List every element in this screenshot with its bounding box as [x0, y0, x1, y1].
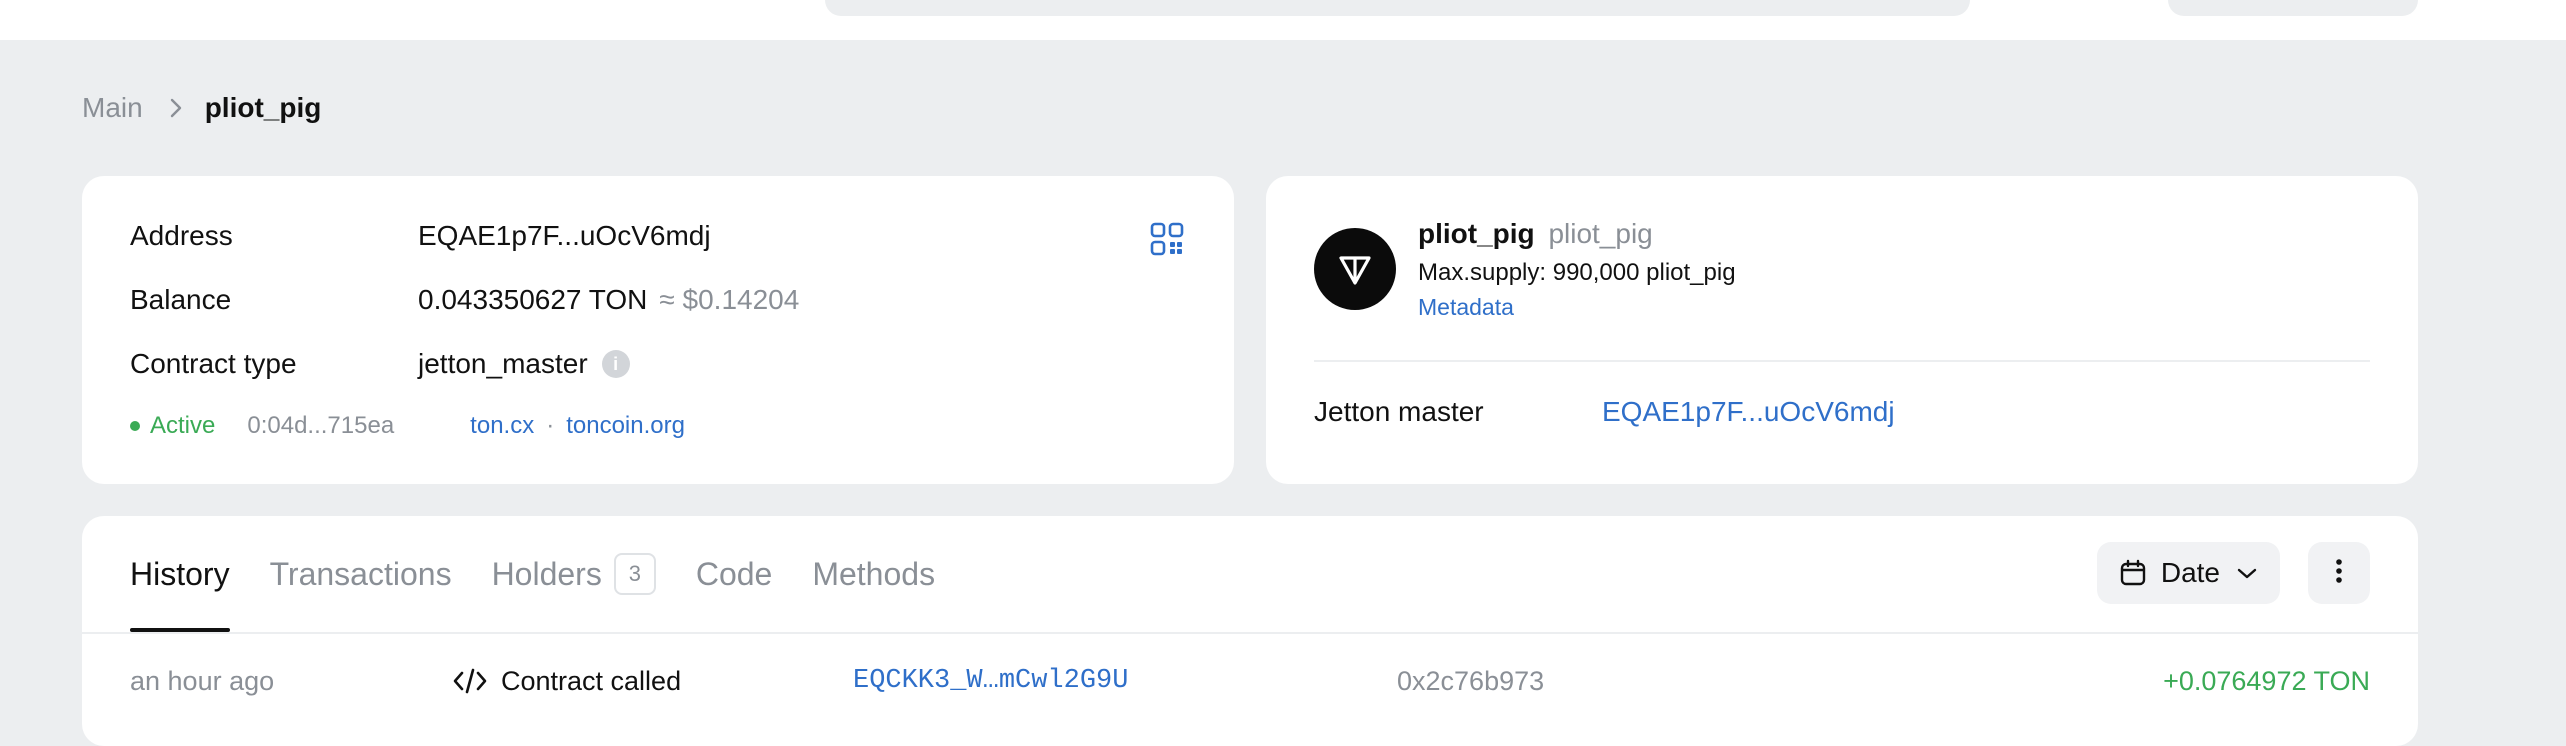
code-hash[interactable]: 0:04d...715ea — [247, 412, 394, 440]
jetton-info-card: pliot_pig pliot_pig Max.supply: 990,000 … — [1266, 176, 2418, 484]
link-ton-cx[interactable]: ton.cx — [470, 412, 534, 440]
balance-row: Balance 0.043350627 TON ≈ $0.14204 — [130, 284, 799, 316]
tab-holders[interactable]: Holders 3 — [492, 516, 656, 632]
contract-type-label: Contract type — [130, 348, 297, 379]
qr-code-icon[interactable] — [1150, 222, 1184, 256]
date-filter-label: Date — [2160, 557, 2220, 588]
tx-action: Contract called — [453, 666, 853, 697]
max-supply: Max.supply: 990,000 pliot_pig — [1418, 259, 1736, 286]
contract-type-value: jetton_master — [418, 348, 588, 379]
ton-logo-icon — [1314, 228, 1396, 310]
balance-fiat: ≈ $0.14204 — [659, 284, 800, 315]
breadcrumb-current: pliot_pig — [204, 92, 322, 123]
divider — [1314, 360, 2370, 362]
holders-count-badge: 3 — [613, 553, 656, 595]
calendar-icon — [2119, 559, 2147, 587]
tx-time: an hour ago — [130, 665, 275, 696]
chevron-right-icon — [169, 97, 183, 119]
more-vertical-icon — [2335, 557, 2343, 590]
balance-value: 0.043350627 TON — [418, 284, 648, 315]
chevron-down-icon — [2236, 566, 2258, 580]
status-row: Active 0:04d...715ea ton.cx · toncoin.or… — [130, 412, 685, 440]
tx-amount: +0.0764972 TON — [2163, 665, 2370, 696]
account-info-card: Address EQAE1p7F...uOcV6mdj Balance 0.04… — [82, 176, 1234, 484]
tab-label: Methods — [812, 555, 936, 592]
tab-label: Holders — [491, 555, 602, 592]
date-filter-button[interactable]: Date — [2096, 542, 2280, 604]
tab-transactions[interactable]: Transactions — [270, 516, 452, 632]
info-icon[interactable]: i — [601, 350, 630, 378]
external-links: ton.cx · toncoin.org — [470, 412, 685, 440]
tab-history[interactable]: History — [130, 516, 230, 632]
link-separator: · — [546, 412, 555, 439]
code-icon — [453, 667, 487, 695]
breadcrumb-main-link[interactable]: Main — [82, 92, 143, 124]
address-label: Address — [130, 220, 233, 251]
header-button[interactable] — [2168, 0, 2418, 16]
balance-label: Balance — [130, 284, 232, 315]
tab-methods[interactable]: Methods — [812, 516, 935, 632]
search-bar[interactable] — [825, 0, 1970, 16]
breadcrumb: Main pliot_pig — [82, 90, 321, 126]
jetton-master-row: Jetton master EQAE1p7F...uOcV6mdj — [1314, 396, 1895, 428]
tab-label: Transactions — [269, 555, 452, 592]
more-options-button[interactable] — [2308, 542, 2370, 604]
address-row: Address EQAE1p7F...uOcV6mdj — [130, 220, 711, 252]
table-row[interactable]: an hour ago Contract called EQCKK3_W…mCw… — [130, 656, 2370, 706]
link-toncoin-org[interactable]: toncoin.org — [566, 412, 685, 440]
tx-action-label: Contract called — [501, 665, 682, 696]
tx-address-link[interactable]: EQCKK3_W…mCwl2G9U — [853, 666, 1397, 696]
tab-label: Code — [695, 555, 773, 592]
tx-op-code: 0x2c76b973 — [1397, 665, 1545, 696]
address-value[interactable]: EQAE1p7F...uOcV6mdj — [418, 220, 711, 252]
tab-code[interactable]: Code — [696, 516, 773, 632]
status-dot-icon — [130, 421, 140, 431]
tab-label: History — [130, 555, 230, 592]
metadata-link[interactable]: Metadata — [1418, 294, 1514, 321]
token-title: pliot_pig pliot_pig — [1418, 218, 1653, 250]
jetton-master-link[interactable]: EQAE1p7F...uOcV6mdj — [1602, 396, 1895, 428]
jetton-master-label: Jetton master — [1314, 396, 1484, 427]
token-symbol: pliot_pig — [1548, 218, 1653, 249]
tab-bar: History Transactions Holders 3 Code Metho… — [130, 516, 975, 632]
status-badge: Active — [150, 412, 216, 439]
tabs-divider — [82, 632, 2418, 634]
token-name: pliot_pig — [1418, 218, 1535, 249]
contract-type-row: Contract type jetton_master i — [130, 348, 630, 380]
top-bar — [0, 0, 2566, 40]
history-card: History Transactions Holders 3 Code Metho… — [82, 516, 2418, 746]
